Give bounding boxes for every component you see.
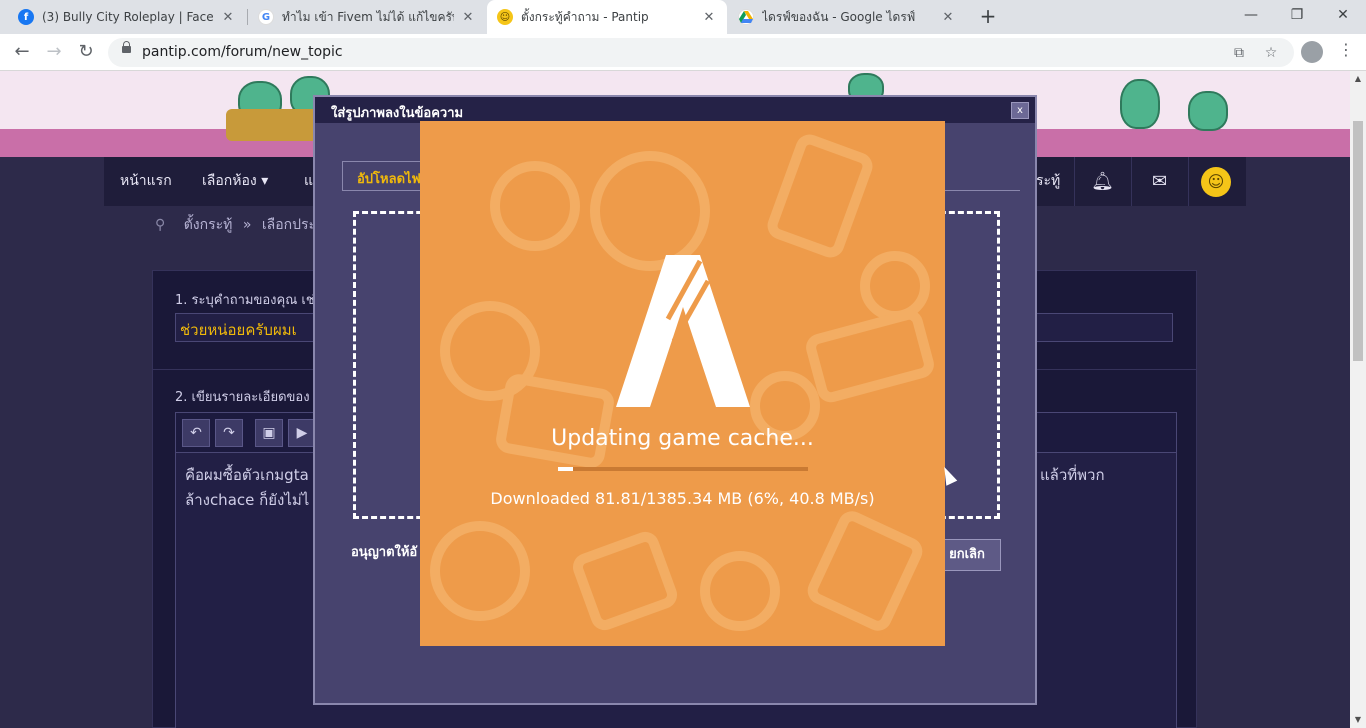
download-progress-bar	[558, 467, 808, 471]
location-pin-icon: ⚲	[155, 217, 166, 233]
profile-avatar[interactable]	[1301, 41, 1323, 63]
lock-icon	[122, 41, 131, 53]
user-avatar-smiley[interactable]: ☺	[1201, 167, 1231, 197]
browser-tab-google-search[interactable]: G ทำไม เข้า Fivem ไม่ได้ แก้ไขครับ - Pa …	[248, 0, 486, 34]
minimize-icon[interactable]: —	[1228, 0, 1274, 30]
browser-tab-google-drive[interactable]: ไดรฟ์ของฉัน - Google ไดรฟ์ ✕	[728, 0, 966, 34]
basket-image	[226, 109, 318, 141]
google-icon: G	[258, 9, 274, 25]
tab-title: ทำไม เข้า Fivem ไม่ได้ แก้ไขครับ - Pa	[282, 9, 454, 24]
page-scrollbar[interactable]: ▲ ▼	[1350, 71, 1366, 728]
modal-title: ใส่รูปภาพลงในข้อความ	[315, 97, 1035, 123]
nav-home[interactable]: หน้าแรก	[104, 157, 188, 206]
progress-fill	[558, 467, 573, 471]
translate-icon[interactable]: ⧉	[1229, 43, 1249, 63]
scroll-down-icon[interactable]: ▼	[1350, 712, 1366, 728]
editor-body-text: คือผมซื้อตัวเกมgta ล้างchace ก็ยังไม่ไ	[185, 463, 309, 513]
insert-video-icon[interactable]: ▶	[288, 419, 316, 447]
background-pattern	[763, 130, 877, 262]
undo-icon[interactable]: ↶	[182, 419, 210, 447]
pantip-icon: ☺	[497, 9, 513, 25]
redo-icon[interactable]: ↷	[215, 419, 243, 447]
background-pattern	[569, 528, 681, 634]
facebook-icon: f	[18, 9, 34, 25]
mascot-image	[1188, 91, 1228, 131]
browser-tab-strip: f (3) Bully City Roleplay | Facebook ✕ G…	[0, 0, 1366, 34]
background-pattern	[493, 372, 617, 470]
mail-icon[interactable]: ✉	[1131, 157, 1187, 206]
breadcrumb-post-topic[interactable]: ตั้งกระทู้	[184, 217, 233, 233]
close-tab-icon[interactable]: ✕	[460, 10, 476, 25]
close-tab-icon[interactable]: ✕	[701, 10, 717, 25]
modal-close-button[interactable]: x	[1011, 102, 1029, 119]
nav-choose-room[interactable]: เลือกห้อง ▾	[186, 157, 284, 206]
background-pattern	[700, 551, 780, 631]
browser-menu-icon[interactable]: ⋮	[1338, 40, 1354, 59]
background-pattern	[490, 161, 580, 251]
restore-icon[interactable]: ❐	[1274, 0, 1320, 30]
editor-line: ล้างchace ก็ยังไม่ไ	[185, 491, 310, 509]
background-pattern	[430, 521, 530, 621]
question-label: 1. ระบุคำถามของคุณ เช่	[175, 293, 315, 308]
details-label: 2. เขียนรายละเอียดของ	[175, 390, 310, 405]
background-pattern	[802, 306, 938, 406]
close-tab-icon[interactable]: ✕	[940, 10, 956, 25]
browser-tab-pantip[interactable]: ☺ ตั้งกระทู้คำถาม - Pantip ✕	[487, 0, 727, 34]
window-close-icon[interactable]: ✕	[1320, 0, 1366, 30]
browser-tab-facebook[interactable]: f (3) Bully City Roleplay | Facebook ✕	[8, 0, 246, 34]
mascot-image	[1120, 79, 1160, 129]
close-tab-icon[interactable]: ✕	[220, 10, 236, 25]
editor-line: คือผมซื้อตัวเกมgta	[185, 466, 309, 484]
download-stats-text: Downloaded 81.81/1385.34 MB (6%, 40.8 MB…	[490, 489, 875, 508]
insert-image-icon[interactable]: ▣	[255, 419, 283, 447]
new-tab-button[interactable]: +	[976, 5, 1000, 29]
forward-icon[interactable]: →	[41, 40, 67, 66]
nav-choose-room-label: เลือกห้อง	[202, 173, 257, 189]
fivem-logo-icon	[616, 255, 750, 407]
back-icon[interactable]: ←	[9, 40, 35, 66]
bell-icon[interactable]: 🔔︎	[1074, 157, 1130, 206]
editor-line-right: แล้วที่พวก	[1040, 466, 1105, 484]
reload-icon[interactable]: ↻	[73, 40, 99, 66]
browser-toolbar: ← → ↻ pantip.com/forum/new_topic ⧉ ☆ ⋮	[0, 34, 1366, 71]
tab-title: ไดรฟ์ของฉัน - Google ไดรฟ์	[762, 9, 916, 24]
background-pattern	[860, 251, 930, 321]
url-text[interactable]: pantip.com/forum/new_topic	[142, 44, 343, 60]
fivem-loading-window: Updating game cache... Downloaded 81.81/…	[420, 121, 945, 646]
tab-title: (3) Bully City Roleplay | Facebook	[42, 10, 214, 24]
address-bar[interactable]: pantip.com/forum/new_topic ⧉ ☆	[108, 38, 1294, 67]
google-drive-icon	[738, 9, 754, 25]
scroll-up-icon[interactable]: ▲	[1350, 71, 1366, 87]
breadcrumb-separator: »	[242, 217, 252, 233]
permission-label: อนุญาตให้อั	[351, 545, 418, 560]
chevron-down-icon: ▾	[261, 173, 269, 189]
breadcrumb: ⚲ ตั้งกระทู้ » เลือกประเภ	[155, 214, 330, 236]
scrollbar-thumb[interactable]	[1353, 121, 1363, 361]
background-pattern	[803, 506, 927, 636]
bookmark-star-icon[interactable]: ☆	[1261, 43, 1281, 63]
update-status-text: Updating game cache...	[551, 426, 814, 451]
background-pattern	[590, 151, 710, 271]
tab-title: ตั้งกระทู้คำถาม - Pantip	[521, 9, 649, 24]
